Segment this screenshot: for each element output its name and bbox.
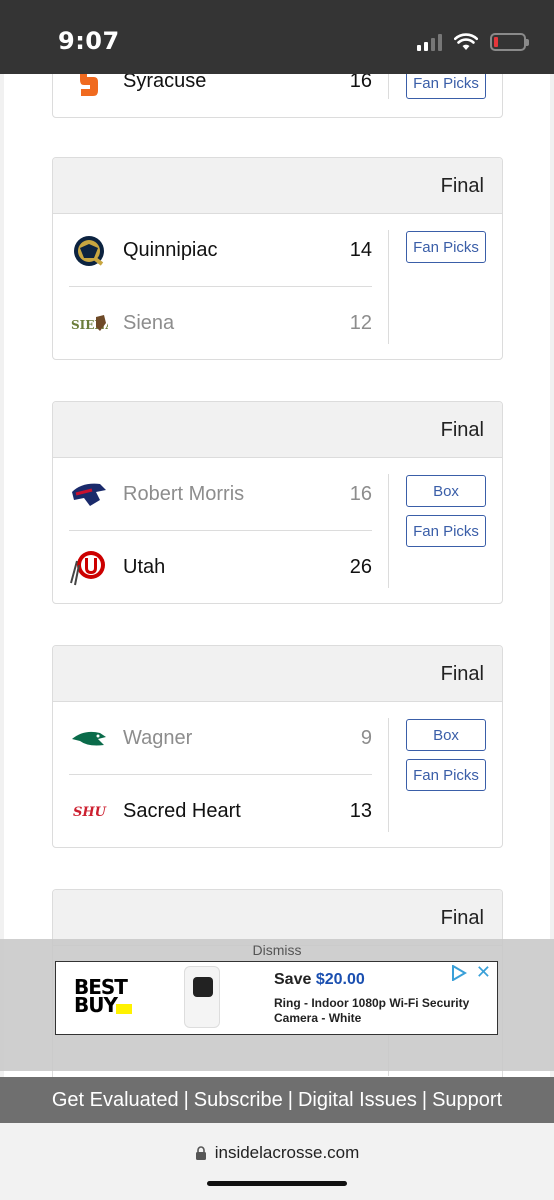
footer-separator: | xyxy=(183,1088,189,1111)
box-button[interactable]: Box xyxy=(406,475,486,507)
url-text: insidelacrosse.com xyxy=(214,1143,360,1162)
status-time: 9:07 xyxy=(58,27,120,55)
team-score: 13 xyxy=(349,799,372,822)
team-score: 12 xyxy=(349,311,372,334)
wifi-icon xyxy=(454,33,478,50)
footer-link-support[interactable]: Support xyxy=(432,1089,502,1112)
status-bar: 9:07 xyxy=(0,0,554,74)
close-icon[interactable]: ✕ xyxy=(476,962,491,983)
ad-banner[interactable]: BEST BUY Save $20.00 Ring - Indoor 1080p … xyxy=(55,961,498,1035)
team-name[interactable]: Siena xyxy=(123,312,332,335)
footer-link-subscribe[interactable]: Subscribe xyxy=(194,1089,283,1112)
game-status: Final xyxy=(440,419,484,441)
footer-link-digital-issues[interactable]: Digital Issues xyxy=(298,1089,417,1112)
left-gutter xyxy=(0,74,4,1079)
team-score: 14 xyxy=(349,239,372,261)
card-divider xyxy=(388,718,389,832)
cellular-signal-icon xyxy=(417,33,442,51)
ad-choices-icon[interactable] xyxy=(451,965,467,981)
team-name[interactable]: Wagner xyxy=(123,727,332,750)
quinnipiac-logo-icon xyxy=(69,231,109,271)
game-status: Final xyxy=(440,663,484,685)
game-status: Final xyxy=(440,175,484,197)
game-card: Final Quinnipiac 14 SIENA Siena 12 Fan P… xyxy=(52,157,503,360)
team-row: Robert Morris 16 xyxy=(69,459,372,531)
utah-logo-icon xyxy=(69,547,109,587)
team-score: 9 xyxy=(360,727,372,749)
card-divider xyxy=(388,474,389,588)
right-gutter xyxy=(550,74,554,1079)
team-score: 26 xyxy=(349,555,372,578)
camera-product-image xyxy=(184,966,220,1028)
status-icons xyxy=(417,33,529,51)
footer-separator: | xyxy=(287,1088,293,1111)
game-card: Final Wagner 9 SHU Sacred Heart 13 Box F… xyxy=(52,645,503,848)
address-bar[interactable]: insidelacrosse.com xyxy=(0,1143,554,1163)
card-header: Final xyxy=(53,402,502,458)
card-header: Final xyxy=(53,890,502,946)
ad-price-prefix: Save xyxy=(274,971,316,988)
card-header: Final xyxy=(53,646,502,702)
best-buy-tag-icon xyxy=(116,1004,132,1014)
svg-text:SHU: SHU xyxy=(73,805,107,820)
ad-price: $20.00 xyxy=(315,971,365,988)
wagner-logo-icon xyxy=(69,719,109,759)
game-card: Final Robert Morris 16 Utah 26 Box Fan P… xyxy=(52,401,503,604)
ad-headline: Save $20.00 xyxy=(274,971,365,989)
robert-morris-logo-icon xyxy=(69,475,109,515)
team-row: Wagner 9 xyxy=(69,703,372,775)
ad-overlay: Dismiss BEST BUY Save $20.00 Ring - Indoo… xyxy=(0,939,554,1071)
battery-icon xyxy=(490,33,529,51)
team-row: Quinnipiac 14 xyxy=(69,215,372,287)
team-name[interactable]: Utah xyxy=(123,556,332,579)
box-button[interactable]: Box xyxy=(406,719,486,751)
dismiss-ad-button[interactable]: Dismiss xyxy=(0,942,554,958)
siena-logo-icon: SIENA xyxy=(69,303,109,343)
footer-link-get-evaluated[interactable]: Get Evaluated xyxy=(52,1089,179,1112)
card-divider xyxy=(388,230,389,344)
lock-icon xyxy=(195,1145,206,1160)
card-header: Final xyxy=(53,158,502,214)
team-row: Utah 26 xyxy=(69,531,372,603)
page: 9:07 Syracuse 16 Fan Picks Final Quinnip… xyxy=(0,0,554,1200)
team-row: SHU Sacred Heart 13 xyxy=(69,775,372,847)
fan-picks-button[interactable]: Fan Picks xyxy=(406,759,486,791)
game-status: Final xyxy=(440,907,484,929)
home-indicator[interactable] xyxy=(207,1181,347,1186)
fan-picks-button[interactable]: Fan Picks xyxy=(406,231,486,263)
team-name[interactable]: Quinnipiac xyxy=(123,239,332,262)
team-name[interactable]: Sacred Heart xyxy=(123,800,332,823)
browser-url-bar: insidelacrosse.com xyxy=(0,1123,554,1200)
team-row: SIENA Siena 12 xyxy=(69,287,372,359)
team-score: 16 xyxy=(349,483,372,505)
team-name[interactable]: Robert Morris xyxy=(123,483,332,506)
footer-separator: | xyxy=(421,1088,428,1111)
fan-picks-button[interactable]: Fan Picks xyxy=(406,515,486,547)
footer-nav: Get Evaluated | Subscribe | Digital Issu… xyxy=(0,1077,554,1123)
sacred-heart-logo-icon: SHU xyxy=(69,791,109,831)
ad-description: Ring - Indoor 1080p Wi-Fi Security Camer… xyxy=(274,996,470,1025)
